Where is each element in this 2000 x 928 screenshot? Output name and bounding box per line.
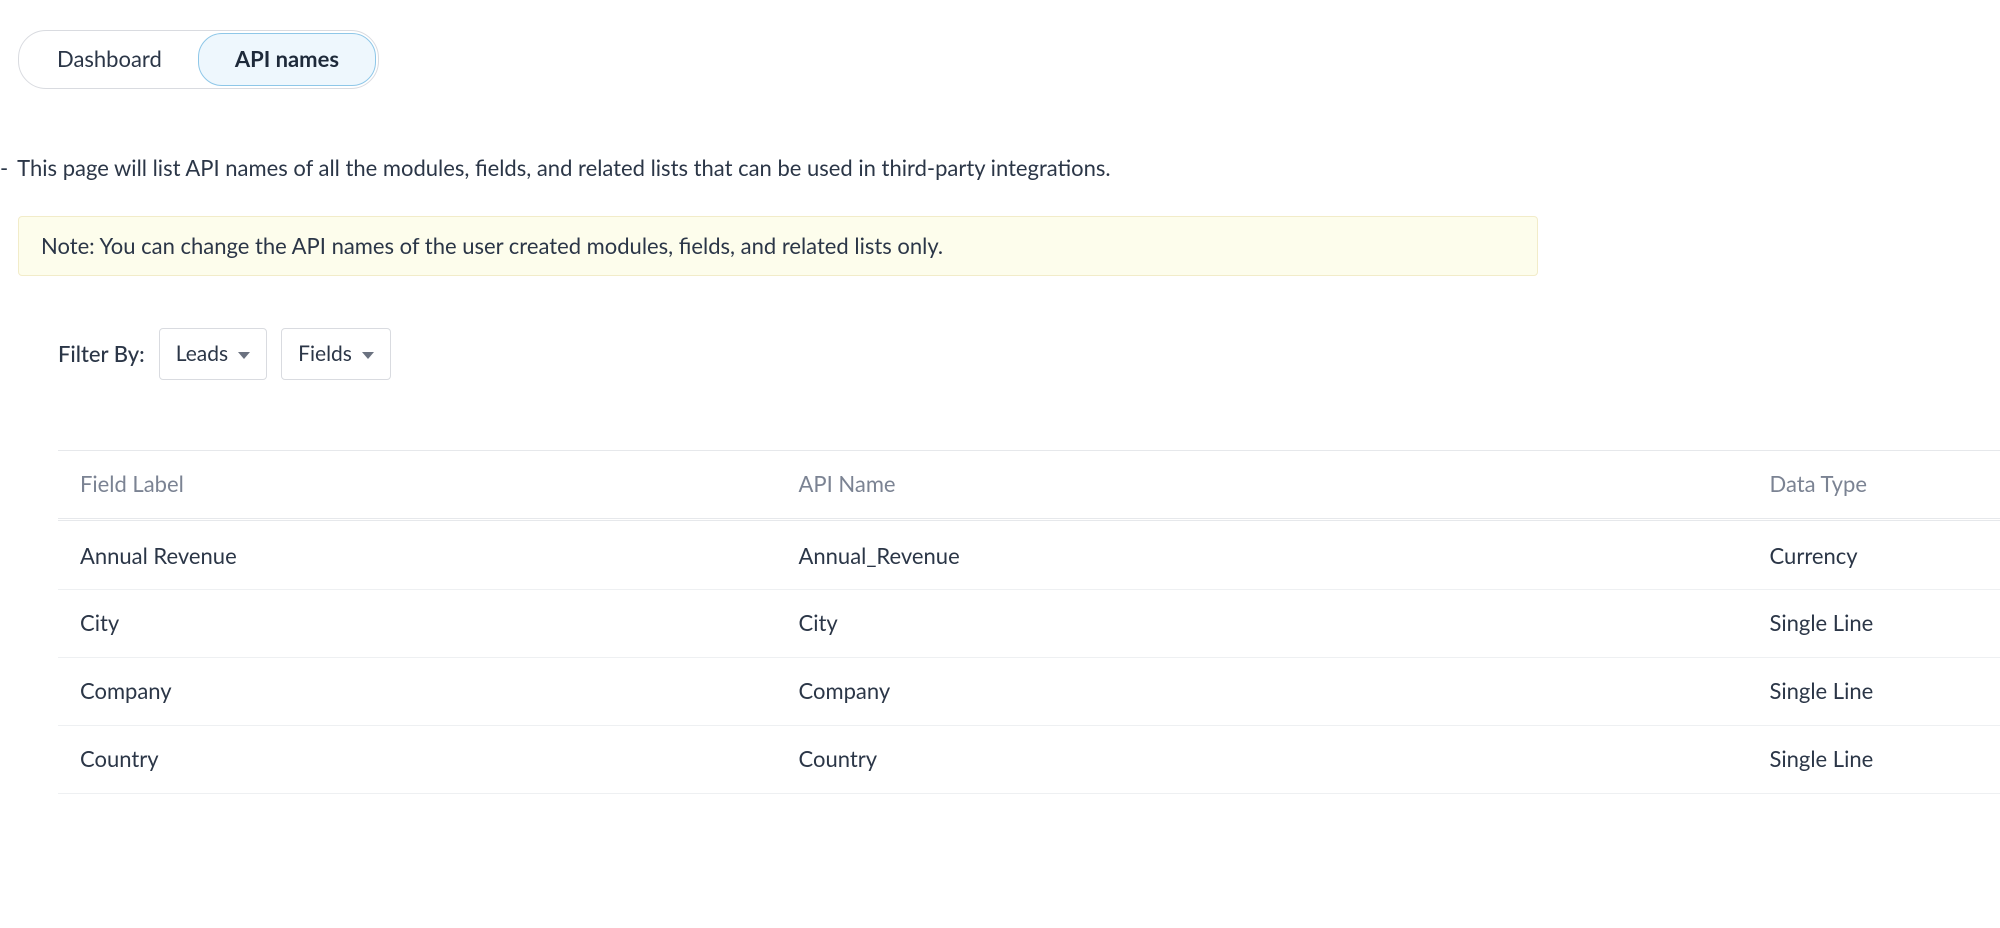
cell-field-label: City <box>58 590 777 658</box>
cell-api-name: Annual_Revenue <box>777 523 1748 590</box>
tab-api-names[interactable]: API names <box>198 33 376 86</box>
description-text: This page will list API names of all the… <box>17 154 1110 181</box>
tab-api-names-label: API names <box>235 45 339 72</box>
caret-down-icon <box>238 352 250 359</box>
filter-scope-select[interactable]: Fields <box>281 328 391 379</box>
cell-field-label: Annual Revenue <box>58 523 777 590</box>
table-row[interactable]: CityCitySingle Line <box>58 590 2000 658</box>
cell-data-type: Currency <box>1748 523 2000 590</box>
filter-module-value: Leads <box>176 339 228 368</box>
cell-api-name: Company <box>777 658 1748 726</box>
filter-scope-value: Fields <box>298 339 352 368</box>
note-box: Note: You can change the API names of th… <box>18 216 1538 277</box>
description-dash: - <box>0 153 8 184</box>
cell-field-label: Country <box>58 725 777 793</box>
tab-dashboard-label: Dashboard <box>57 45 162 72</box>
table-row[interactable]: CompanyCompanySingle Line <box>58 658 2000 726</box>
cell-api-name: Country <box>777 725 1748 793</box>
page-description: - This page will list API names of all t… <box>0 153 2000 184</box>
filter-by-label: Filter By: <box>58 339 145 370</box>
cell-data-type: Single Line <box>1748 658 2000 726</box>
filter-module-select[interactable]: Leads <box>159 328 267 379</box>
column-data-type[interactable]: Data Type <box>1748 451 2000 519</box>
note-text: Note: You can change the API names of th… <box>41 232 943 259</box>
cell-api-name: City <box>777 590 1748 658</box>
column-api-name[interactable]: API Name <box>777 451 1748 519</box>
tab-group: Dashboard API names <box>18 30 379 89</box>
filter-row: Filter By: Leads Fields <box>58 328 2000 379</box>
table-header-row: Field Label API Name Data Type <box>58 451 2000 519</box>
cell-data-type: Single Line <box>1748 725 2000 793</box>
api-names-table: Field Label API Name Data Type Annual Re… <box>58 451 2000 794</box>
api-names-table-wrap: Field Label API Name Data Type Annual Re… <box>58 450 2000 794</box>
tab-dashboard[interactable]: Dashboard <box>21 34 198 85</box>
column-field-label[interactable]: Field Label <box>58 451 777 519</box>
caret-down-icon <box>362 352 374 359</box>
cell-field-label: Company <box>58 658 777 726</box>
cell-data-type: Single Line <box>1748 590 2000 658</box>
table-row[interactable]: Annual RevenueAnnual_RevenueCurrency <box>58 523 2000 590</box>
table-row[interactable]: CountryCountrySingle Line <box>58 725 2000 793</box>
